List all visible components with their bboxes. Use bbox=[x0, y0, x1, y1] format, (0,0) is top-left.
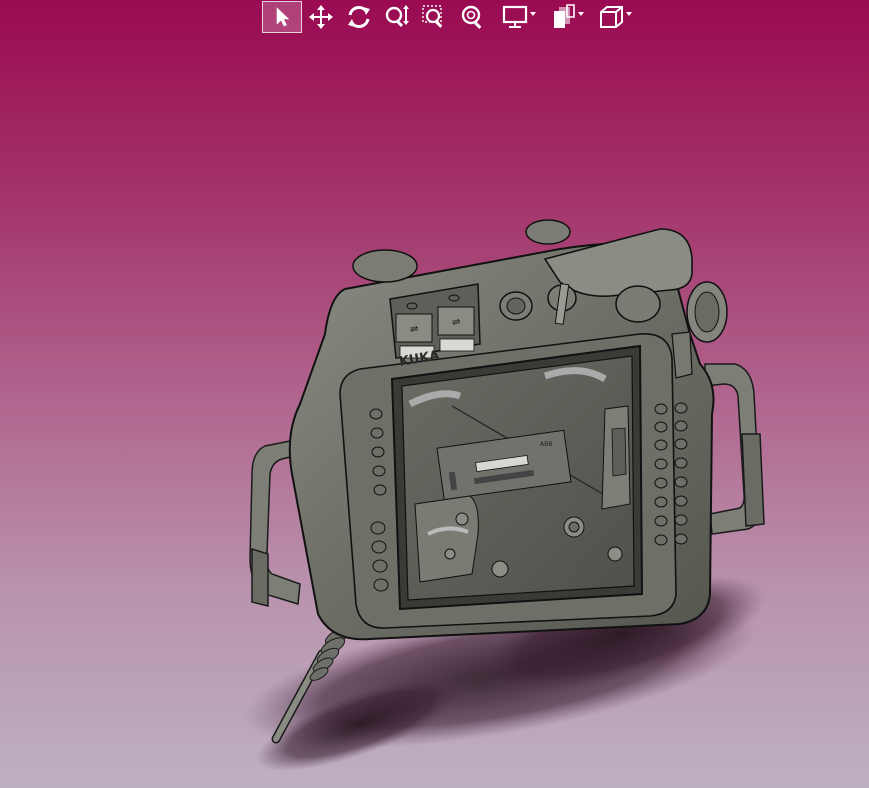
pendant-screen: ABB bbox=[390, 344, 644, 611]
view-toolbar bbox=[262, 0, 636, 34]
zoom-fit-icon bbox=[461, 5, 482, 29]
rotate-tool-button[interactable] bbox=[340, 1, 378, 33]
section-view-button[interactable] bbox=[540, 1, 588, 33]
select-tool-button[interactable] bbox=[262, 1, 302, 33]
zoom-dynamic-button[interactable] bbox=[378, 1, 416, 33]
usb-icon: ⇌ bbox=[410, 324, 418, 335]
rotate-icon bbox=[348, 6, 370, 28]
move-arrows-icon bbox=[309, 5, 333, 29]
cube-icon bbox=[600, 6, 623, 28]
chevron-down-icon[interactable] bbox=[626, 12, 632, 16]
chevron-down-icon[interactable] bbox=[578, 12, 584, 16]
section-sheets-icon bbox=[554, 4, 575, 28]
zoom-window-button[interactable] bbox=[416, 1, 454, 33]
emergency-stop-knob bbox=[615, 285, 661, 323]
right-hand-strap bbox=[704, 363, 765, 535]
usb-icon: ⇌ bbox=[452, 317, 460, 328]
display-style-button[interactable] bbox=[492, 1, 540, 33]
zoom-fit-button[interactable] bbox=[454, 1, 492, 33]
zoom-updown-icon bbox=[385, 5, 409, 28]
view-orientation-button[interactable] bbox=[588, 1, 636, 33]
pan-tool-button[interactable] bbox=[302, 1, 340, 33]
monitor-icon bbox=[502, 5, 528, 28]
teach-pendant-model[interactable]: ⇌ ⇌ KUKA ABB bbox=[0, 34, 869, 788]
small-logo: ABB bbox=[540, 441, 552, 448]
zoom-window-icon bbox=[422, 5, 443, 28]
3d-viewport[interactable]: ⇌ ⇌ KUKA ABB bbox=[0, 34, 869, 788]
chevron-down-icon[interactable] bbox=[530, 12, 536, 16]
cursor-arrow-icon bbox=[276, 7, 290, 27]
